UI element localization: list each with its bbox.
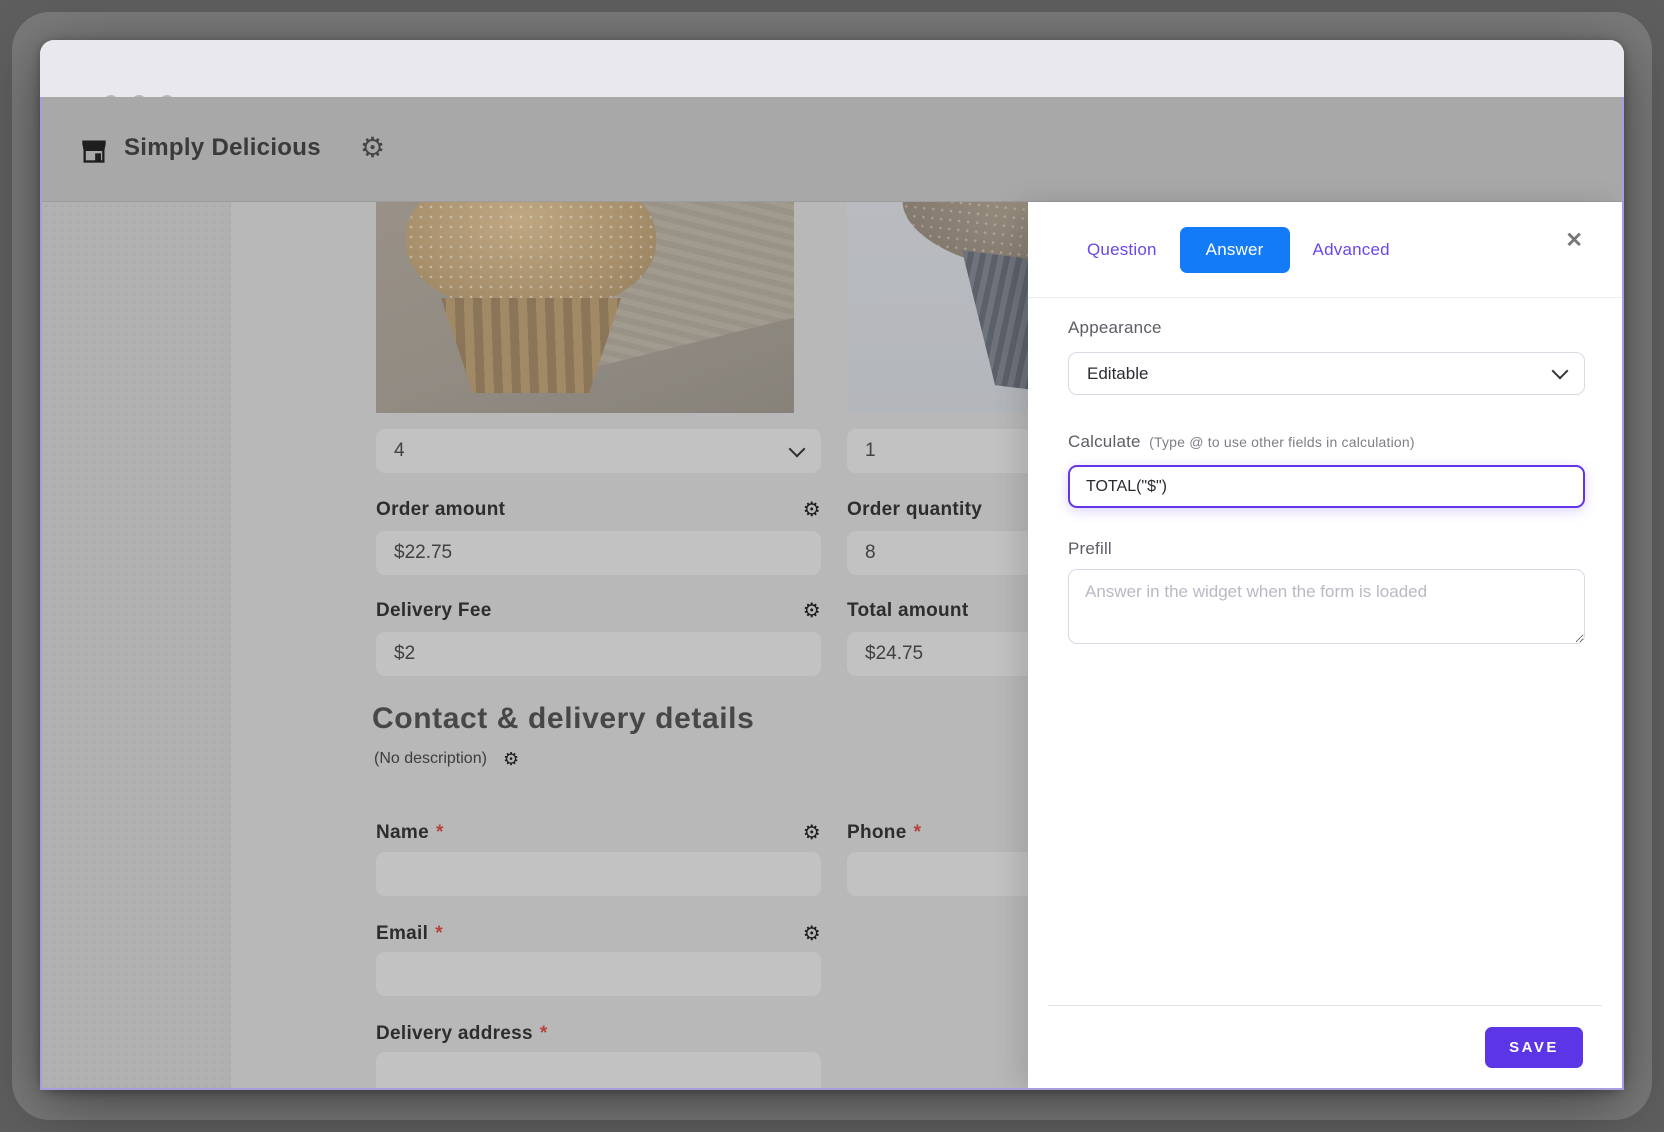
field-label: Email: [376, 923, 428, 945]
appearance-select-value: Editable: [1087, 364, 1148, 384]
delivery-address-input[interactable]: [376, 1052, 821, 1088]
field-label-row: Phone *: [847, 822, 1030, 844]
muffin-liner: [431, 298, 631, 393]
form-settings-gear-icon[interactable]: ⚙: [360, 134, 385, 162]
section-settings-gear-icon[interactable]: ⚙: [503, 750, 519, 768]
field-label-row: Delivery Fee ⚙: [376, 600, 821, 622]
field-label: Order quantity: [847, 499, 982, 521]
tab-advanced[interactable]: Advanced: [1296, 227, 1407, 273]
product-image-muffin: [376, 202, 794, 413]
chevron-down-icon: [789, 440, 806, 457]
burlap-cloth: [514, 202, 794, 375]
field-label: Delivery address: [376, 1023, 533, 1045]
appearance-section: Appearance Editable: [1068, 318, 1585, 395]
divider: [1048, 1005, 1602, 1006]
prefill-textarea[interactable]: [1068, 569, 1585, 644]
field-label-row: Name * ⚙: [376, 822, 821, 844]
phone-input[interactable]: [847, 852, 1030, 896]
field-label: Order amount: [376, 499, 505, 521]
section-description: (No description): [374, 750, 487, 768]
prefill-section: Prefill: [1068, 539, 1585, 649]
window-body: Simply Delicious ⚙ 4: [40, 97, 1624, 1090]
field-settings-gear-icon[interactable]: ⚙: [803, 601, 821, 621]
field-label-row: Total amount: [847, 600, 1030, 622]
field-settings-gear-icon[interactable]: ⚙: [803, 500, 821, 520]
muffin-liner: [935, 249, 1030, 401]
order-quantity-field[interactable]: 8: [847, 531, 1030, 575]
muffin-top: [896, 202, 1030, 285]
name-input[interactable]: [376, 852, 821, 896]
appearance-select[interactable]: Editable: [1068, 352, 1585, 395]
quantity-select-value: 4: [394, 440, 405, 462]
editor-tabs: Question Answer Advanced: [1070, 227, 1407, 273]
field-label: Delivery Fee: [376, 600, 492, 622]
tab-answer[interactable]: Answer: [1180, 227, 1290, 273]
close-icon[interactable]: ✕: [1565, 230, 1583, 251]
field-label: Phone: [847, 822, 907, 844]
prefill-label: Prefill: [1068, 539, 1585, 559]
field-label-row: Order quantity: [847, 499, 1030, 521]
field-value: $2: [394, 643, 415, 665]
required-asterisk: *: [540, 1023, 548, 1045]
required-asterisk: *: [914, 822, 922, 844]
calculate-section: Calculate (Type @ to use other fields in…: [1068, 432, 1585, 508]
field-label-row: Email * ⚙: [376, 923, 821, 945]
calculate-input[interactable]: [1068, 465, 1585, 508]
quantity-select-value: 1: [865, 440, 876, 462]
canvas-left-rail: [42, 202, 231, 1088]
field-settings-gear-icon[interactable]: ⚙: [803, 823, 821, 843]
field-settings-gear-icon[interactable]: ⚙: [803, 924, 821, 944]
storefront-icon: [80, 137, 108, 165]
field-value: $22.75: [394, 542, 452, 564]
tab-question[interactable]: Question: [1070, 227, 1174, 273]
product-image-chocolate-muffin: [847, 202, 1030, 413]
chevron-down-icon: [1552, 363, 1569, 380]
calculate-hint: (Type @ to use other fields in calculati…: [1149, 434, 1415, 450]
order-amount-field[interactable]: $22.75: [376, 531, 821, 575]
required-asterisk: *: [435, 923, 443, 945]
field-label: Total amount: [847, 600, 968, 622]
field-value: 8: [865, 542, 876, 564]
quantity-select[interactable]: 4: [376, 429, 821, 473]
field-label: Name: [376, 822, 429, 844]
form-preview: 4 1 Order amount ⚙ Order quantity $22.75: [231, 202, 1030, 1088]
save-button[interactable]: SAVE: [1485, 1027, 1583, 1068]
total-amount-field[interactable]: $24.75: [847, 632, 1030, 676]
muffin-top: [406, 202, 656, 312]
section-description-row: (No description) ⚙: [374, 750, 519, 768]
delivery-fee-field[interactable]: $2: [376, 632, 821, 676]
calculate-label: Calculate: [1068, 432, 1141, 451]
app-header: Simply Delicious ⚙: [42, 97, 1622, 202]
form-builder-canvas: 4 1 Order amount ⚙ Order quantity $22.75: [42, 202, 1622, 1088]
field-label-row: Delivery address *: [376, 1023, 821, 1045]
window-titlebar: [40, 40, 1624, 98]
required-asterisk: *: [436, 822, 444, 844]
divider: [1028, 297, 1622, 298]
field-value: $24.75: [865, 643, 923, 665]
field-label-row: Order amount ⚙: [376, 499, 821, 521]
app-window: Simply Delicious ⚙ 4: [40, 40, 1624, 1090]
email-input[interactable]: [376, 952, 821, 996]
page-title: Simply Delicious: [124, 134, 321, 162]
section-heading: Contact & delivery details: [372, 702, 754, 736]
field-editor-panel: Question Answer Advanced ✕ Appearance Ed…: [1028, 202, 1622, 1088]
quantity-select[interactable]: 1: [847, 429, 1030, 473]
appearance-label: Appearance: [1068, 318, 1585, 338]
